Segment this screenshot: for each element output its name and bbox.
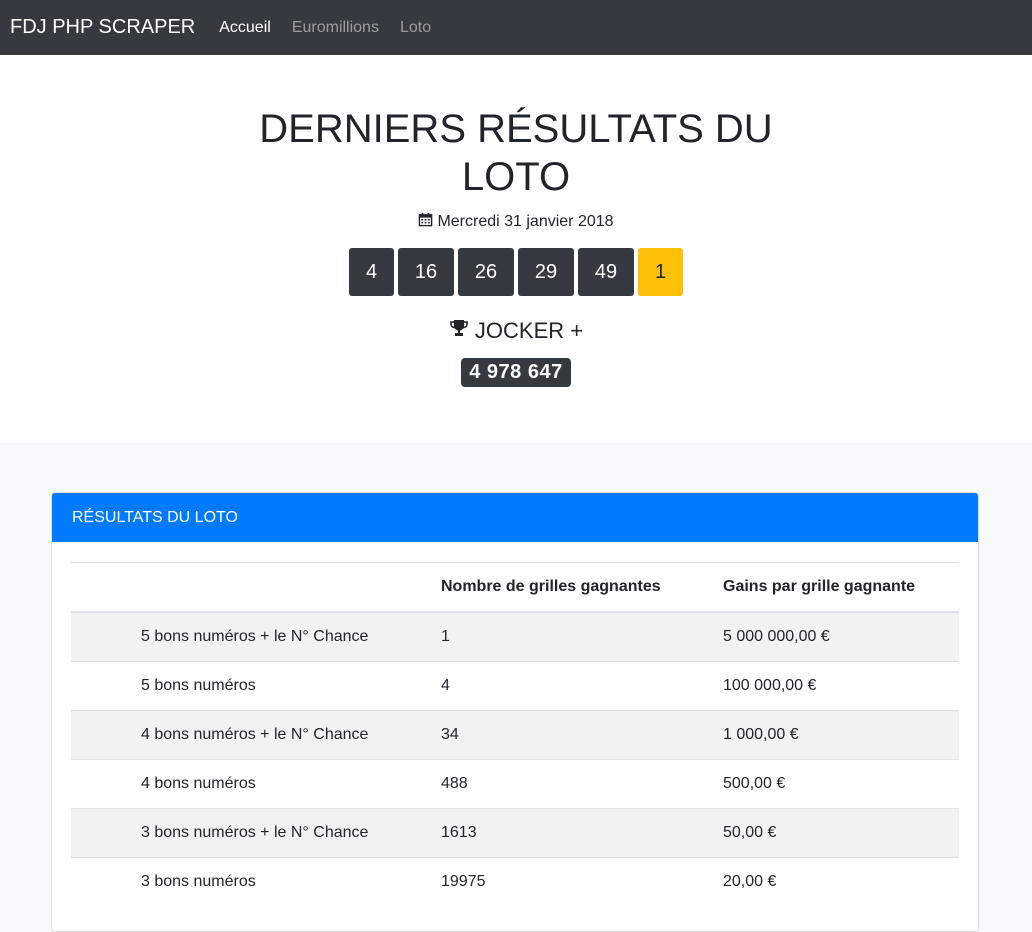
number-ball: 4 bbox=[349, 248, 394, 296]
table-cell: 19975 bbox=[441, 857, 723, 906]
table-cell: 4 bons numéros bbox=[71, 759, 441, 809]
draw-date: Mercredi 31 janvier 2018 bbox=[0, 212, 1032, 232]
drawn-numbers: 4 16 26 29 49 1 bbox=[0, 248, 1032, 296]
jocker-number: 4 978 647 bbox=[461, 358, 571, 387]
results-hero: DERNIERS RÉSULTATS DU LOTO Mercredi 31 j… bbox=[0, 55, 1032, 443]
nav-link-loto[interactable]: Loto bbox=[400, 19, 431, 37]
table-cell: 4 bons numéros + le N° Chance bbox=[71, 710, 441, 760]
number-ball: 29 bbox=[518, 248, 574, 296]
jocker-heading: JOCKER + bbox=[0, 318, 1032, 344]
number-ball: 16 bbox=[398, 248, 454, 296]
draw-date-text: Mercredi 31 janvier 2018 bbox=[437, 213, 614, 230]
table-cell: 1613 bbox=[441, 808, 723, 858]
nav-link-accueil[interactable]: Accueil bbox=[219, 19, 271, 37]
trophy-icon bbox=[449, 318, 469, 344]
number-ball: 26 bbox=[458, 248, 514, 296]
card-body: Nombre de grilles gagnantes Gains par gr… bbox=[52, 542, 978, 906]
table-cell: 4 bbox=[441, 661, 723, 711]
jocker-label: JOCKER + bbox=[474, 318, 584, 343]
table-row: 4 bons numéros 488 500,00 € bbox=[71, 759, 959, 809]
navbar-brand[interactable]: FDJ PHP SCRAPER bbox=[10, 16, 195, 39]
table-cell: 1 bbox=[441, 628, 450, 645]
page-title: DERNIERS RÉSULTATS DU LOTO bbox=[259, 107, 773, 199]
card-title: RÉSULTATS DU LOTO bbox=[52, 493, 978, 542]
chance-number-ball: 1 bbox=[638, 248, 683, 296]
column-header bbox=[71, 563, 441, 613]
table-header-row: Nombre de grilles gagnantes Gains par gr… bbox=[71, 562, 959, 613]
table-cell: 5 bons numéros bbox=[71, 661, 441, 711]
table-cell: 1 000,00 € bbox=[723, 710, 959, 760]
table-cell: 34 bbox=[441, 710, 723, 760]
table-cell: 5 bons numéros + le N° Chance bbox=[141, 628, 369, 645]
table-row: 3 bons numéros + le N° Chance 1613 50,00… bbox=[71, 808, 959, 858]
calendar-icon bbox=[418, 212, 433, 232]
results-table: Nombre de grilles gagnantes Gains par gr… bbox=[71, 562, 959, 906]
table-row: 3 bons numéros 19975 20,00 € bbox=[71, 857, 959, 906]
number-ball: 49 bbox=[578, 248, 634, 296]
table-row: 5 bons numéros + le N° Chance 1 5 000 00… bbox=[71, 612, 959, 662]
table-cell: 5 000 000,00 € bbox=[723, 628, 830, 645]
column-header: Nombre de grilles gagnantes bbox=[441, 578, 661, 595]
nav-link-euromillions[interactable]: Euromillions bbox=[292, 19, 379, 37]
table-cell: 500,00 € bbox=[723, 759, 959, 809]
navbar: FDJ PHP SCRAPER Accueil Euromillions Lot… bbox=[0, 0, 1032, 55]
table-cell: 488 bbox=[441, 759, 723, 809]
table-row: 4 bons numéros + le N° Chance 34 1 000,0… bbox=[71, 710, 959, 760]
column-header: Gains par grille gagnante bbox=[723, 578, 916, 595]
table-cell: 3 bons numéros bbox=[71, 857, 441, 906]
table-cell: 3 bons numéros + le N° Chance bbox=[71, 808, 441, 858]
table-cell: 100 000,00 € bbox=[723, 661, 959, 711]
table-row: 5 bons numéros 4 100 000,00 € bbox=[71, 661, 959, 711]
table-cell: 50,00 € bbox=[723, 808, 959, 858]
results-card: RÉSULTATS DU LOTO Nombre de grilles gagn… bbox=[51, 492, 979, 932]
table-cell: 20,00 € bbox=[723, 857, 959, 906]
